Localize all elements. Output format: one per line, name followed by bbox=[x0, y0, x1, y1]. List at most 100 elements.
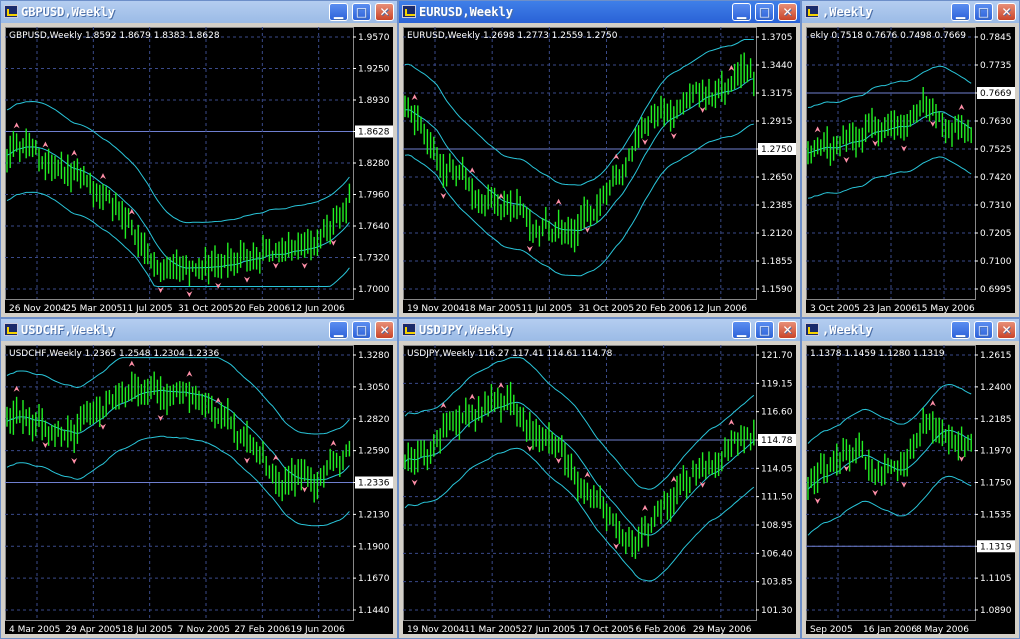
price-label: 0.7205 bbox=[980, 229, 1012, 239]
window-title: ,Weekly bbox=[822, 323, 873, 337]
fractal-up-arrow bbox=[330, 440, 337, 447]
date-label: 17 Oct 2005 bbox=[579, 625, 635, 635]
title-bar[interactable]: USDJPY,Weekly ▁ □ ✕ bbox=[399, 319, 800, 341]
fractal-down-arrow bbox=[814, 497, 821, 504]
chart-window-icon bbox=[402, 5, 416, 18]
chart-canvas: 1.9570 1.9250 1.8930 1.8628 1.8280 1.7960 1.76… bbox=[5, 27, 393, 314]
fractal-down-arrow bbox=[699, 106, 706, 113]
close-button[interactable]: ✕ bbox=[778, 321, 797, 339]
title-bar[interactable]: GBPUSD,Weekly ▁ □ ✕ bbox=[1, 1, 397, 23]
fractal-up-arrow bbox=[498, 193, 504, 200]
chart-window-gbpusd[interactable]: GBPUSD,Weekly ▁ □ ✕ 1.9570 1.9250 1.8930 1.8628… bbox=[0, 0, 398, 318]
fractal-up-arrow bbox=[13, 122, 20, 129]
chart-window-usdchf[interactable]: USDCHF,Weekly ▁ □ ✕ 1.3280 1.3050 1.2820 1.2590… bbox=[0, 318, 398, 639]
fractal-up-arrow bbox=[469, 167, 476, 174]
fractal-down-arrow bbox=[872, 140, 879, 147]
fractal-up-arrow bbox=[958, 104, 965, 111]
moving-average-line bbox=[807, 111, 972, 154]
date-label: 19 Nov 2004 bbox=[407, 304, 465, 314]
fractal-up-arrow bbox=[728, 65, 735, 72]
price-label: 114.78 bbox=[761, 436, 793, 446]
price-label: 108.95 bbox=[761, 521, 793, 531]
maximize-button[interactable]: □ bbox=[755, 321, 774, 339]
window-title: USDJPY,Weekly bbox=[419, 323, 513, 337]
price-label: 1.3175 bbox=[761, 89, 793, 99]
chart-canvas: 1.3705 1.3440 1.3175 1.2915 1.2750 1.2650 1.23… bbox=[403, 27, 796, 314]
price-chart[interactable]: 1.3280 1.3050 1.2820 1.2590 1.2336 1.2130 1.19… bbox=[5, 345, 393, 635]
date-label: 20 Feb 2006 bbox=[636, 304, 692, 314]
date-label: 27 Jun 2005 bbox=[521, 625, 575, 635]
window-title: USDCHF,Weekly bbox=[21, 323, 115, 337]
date-label: 19 Nov 2004 bbox=[407, 625, 465, 635]
chart-info-label: 1.1378 1.1459 1.1280 1.1319 bbox=[810, 349, 945, 359]
fractal-up-arrow bbox=[71, 149, 78, 156]
price-label: 1.1535 bbox=[980, 510, 1012, 520]
price-label: 0.7735 bbox=[980, 61, 1012, 71]
price-chart[interactable]: 121.70 119.15 116.60 114.78 114.05 111.50 108.… bbox=[403, 345, 796, 635]
fractal-up-arrow bbox=[469, 393, 476, 400]
minimize-button[interactable]: ▁ bbox=[951, 3, 970, 21]
price-label: 1.9570 bbox=[358, 33, 390, 43]
chart-window-icon bbox=[4, 323, 18, 336]
chart-window-usdjpy[interactable]: USDJPY,Weekly ▁ □ ✕ 121.70 119.15 116.60 114.78… bbox=[398, 318, 801, 639]
price-label: 101.30 bbox=[761, 606, 793, 616]
chart-info-label: EURUSD,Weekly 1.2698 1.2773 1.2559 1.275… bbox=[407, 31, 618, 41]
price-chart[interactable]: 1.2615 1.2400 1.2185 1.1970 1.1750 1.1535 1.13… bbox=[806, 345, 1015, 635]
maximize-button[interactable]: □ bbox=[352, 321, 371, 339]
chart-window-partial4[interactable]: ,Weekly ▁ □ ✕ 1.2615 1.2400 1.2185 1.1970 1.1750… bbox=[801, 318, 1020, 639]
minimize-button[interactable]: ▁ bbox=[732, 3, 751, 21]
minimize-button[interactable]: ▁ bbox=[951, 321, 970, 339]
price-chart[interactable]: 0.7845 0.7735 0.7669 0.7630 0.7525 0.7420 0.73… bbox=[806, 27, 1015, 314]
chart-window-eurusd[interactable]: EURUSD,Weekly ▁ □ ✕ 1.3705 1.3440 1.3175 1.2915… bbox=[398, 0, 801, 318]
fractal-up-arrow bbox=[728, 419, 735, 426]
close-button[interactable]: ✕ bbox=[997, 321, 1016, 339]
lower-band-line bbox=[807, 475, 972, 536]
title-bar[interactable]: USDCHF,Weekly ▁ □ ✕ bbox=[1, 319, 397, 341]
close-button[interactable]: ✕ bbox=[997, 3, 1016, 21]
price-label: 1.0890 bbox=[980, 606, 1012, 616]
price-label: 1.3050 bbox=[358, 383, 390, 393]
maximize-button[interactable]: □ bbox=[352, 3, 371, 21]
chart-canvas: 0.7845 0.7735 0.7669 0.7630 0.7525 0.7420 0.73… bbox=[806, 27, 1015, 314]
date-label: 19 Jun 2006 bbox=[291, 625, 345, 635]
date-label: 11 Mar 2005 bbox=[464, 625, 521, 635]
price-label: 111.50 bbox=[761, 493, 793, 503]
upper-band-line bbox=[807, 65, 972, 108]
price-label: 1.7320 bbox=[358, 254, 390, 264]
title-bar[interactable]: ,Weekly ▁ □ ✕ bbox=[802, 319, 1019, 341]
fractal-down-arrow bbox=[100, 423, 106, 430]
title-bar[interactable]: EURUSD,Weekly ▁ □ ✕ bbox=[399, 1, 800, 23]
close-button[interactable]: ✕ bbox=[375, 321, 394, 339]
minimize-button[interactable]: ▁ bbox=[329, 321, 348, 339]
chart-info-label: ekly 0.7518 0.7676 0.7498 0.7669 bbox=[810, 31, 966, 41]
lower-band-line bbox=[807, 156, 972, 199]
price-label: 106.40 bbox=[761, 549, 793, 559]
price-label: 1.8628 bbox=[358, 128, 390, 138]
close-button[interactable]: ✕ bbox=[778, 3, 797, 21]
price-chart[interactable]: 1.9570 1.9250 1.8930 1.8628 1.8280 1.7960 1.76… bbox=[5, 27, 393, 314]
close-button[interactable]: ✕ bbox=[375, 3, 394, 21]
fractal-down-arrow bbox=[872, 489, 879, 496]
maximize-button[interactable]: □ bbox=[974, 3, 993, 21]
minimize-button[interactable]: ▁ bbox=[732, 321, 751, 339]
title-bar[interactable]: ,Weekly ▁ □ ✕ bbox=[802, 1, 1019, 23]
fractal-down-arrow bbox=[843, 465, 850, 472]
price-label: 1.2615 bbox=[980, 351, 1012, 361]
minimize-button[interactable]: ▁ bbox=[329, 3, 348, 21]
maximize-button[interactable]: □ bbox=[974, 321, 993, 339]
fractal-down-arrow bbox=[71, 457, 78, 464]
fractal-down-arrow bbox=[929, 120, 936, 127]
chart-window-usdchf_partial[interactable]: ,Weekly ▁ □ ✕ 0.7845 0.7735 0.7669 0.7630 0.7525… bbox=[801, 0, 1020, 318]
date-label: 31 Oct 2005 bbox=[579, 304, 635, 314]
price-chart[interactable]: 1.3705 1.3440 1.3175 1.2915 1.2750 1.2650 1.23… bbox=[403, 27, 796, 314]
fractal-down-arrow bbox=[440, 192, 447, 199]
fractal-down-arrow bbox=[670, 132, 677, 139]
fractal-down-arrow bbox=[584, 226, 591, 233]
price-label: 1.8280 bbox=[358, 159, 390, 169]
price-label: 1.2336 bbox=[358, 479, 390, 489]
fractal-down-arrow bbox=[42, 441, 49, 448]
maximize-button[interactable]: □ bbox=[755, 3, 774, 21]
price-label: 1.2130 bbox=[358, 510, 390, 520]
date-label: 23 Jan 2006 bbox=[863, 304, 917, 314]
date-label: 26 Nov 2004 bbox=[9, 304, 67, 314]
